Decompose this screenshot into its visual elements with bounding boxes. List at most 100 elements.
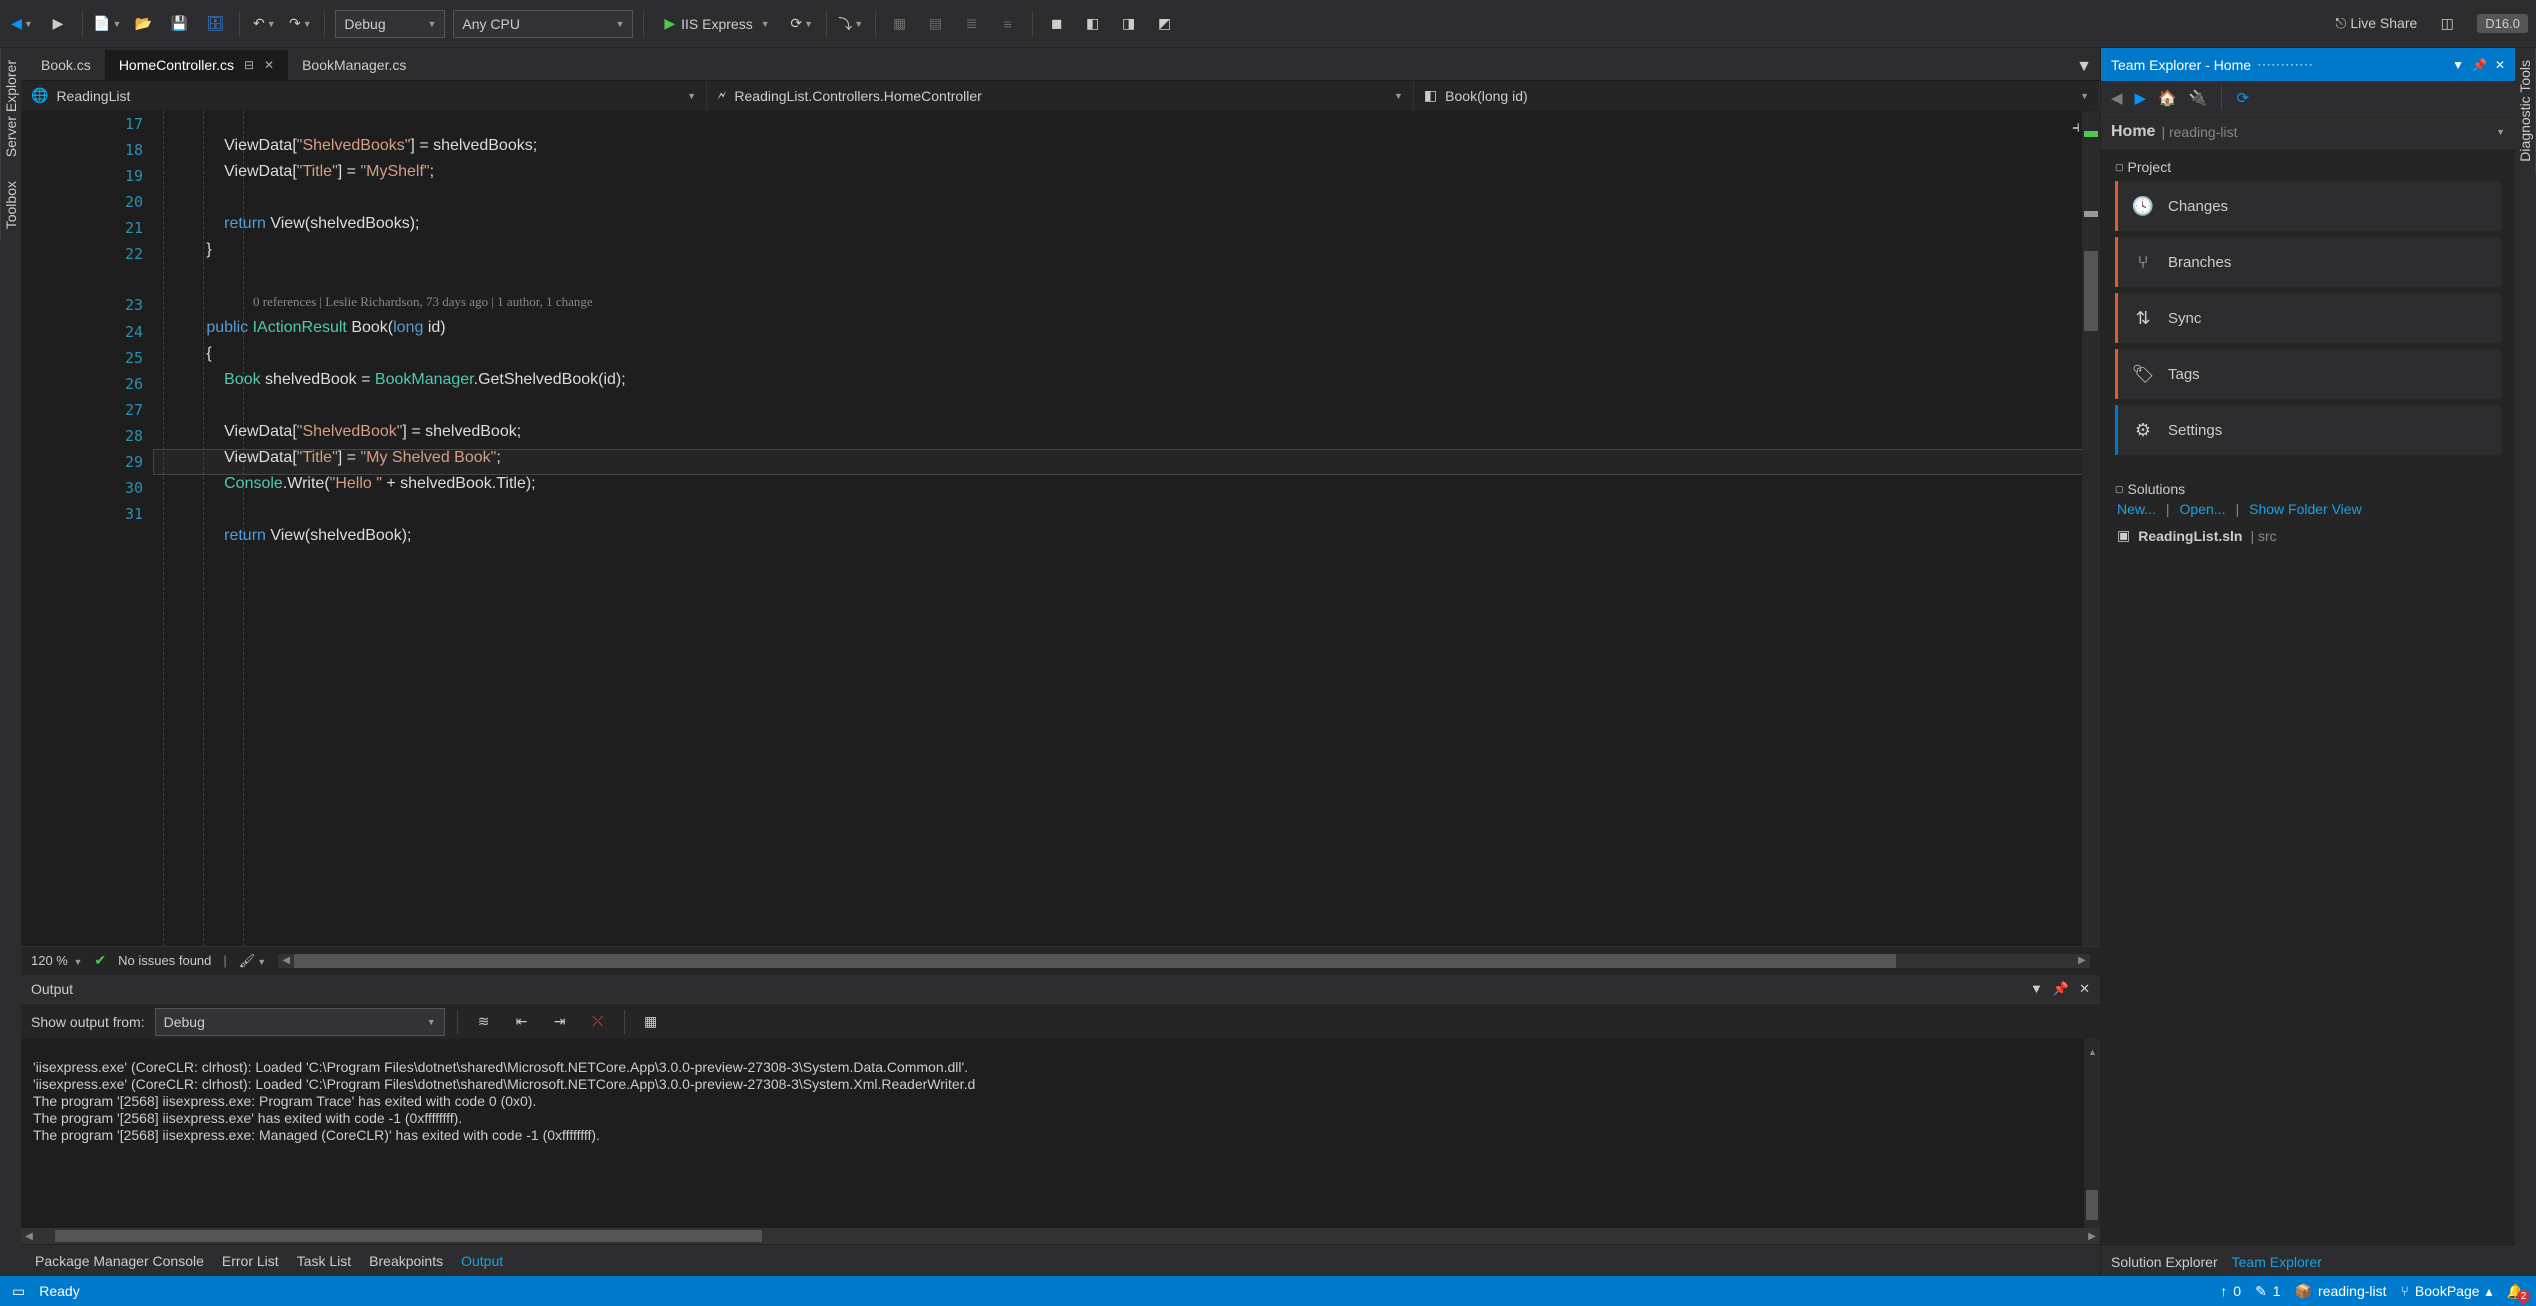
bottom-tabs: Package Manager Console Error List Task … (21, 1244, 2100, 1276)
step-into-button[interactable]: ⤵▼ (837, 10, 865, 38)
issues-label: No issues found (118, 953, 211, 968)
sync-icon: ⇅ (2132, 307, 2154, 329)
class-icon: 🗲 (717, 87, 726, 104)
toolbox-tab[interactable]: Toolbox (0, 169, 21, 241)
output-pin-button[interactable]: 📌 (2053, 981, 2069, 997)
nav-back-button[interactable]: ◀▼ (8, 10, 36, 38)
te-home-button[interactable]: 🏠 (2158, 89, 2177, 107)
csharp-project-icon: 🌐 (31, 87, 48, 104)
vertical-scrollbar[interactable] (2082, 111, 2100, 946)
prev-button[interactable]: ⇤ (508, 1008, 536, 1036)
feedback-button[interactable]: ◫ (2433, 10, 2461, 38)
refresh-button[interactable]: ⟳▼ (788, 10, 816, 38)
te-menu-button[interactable]: ▼ (2452, 58, 2464, 72)
file-tab-book[interactable]: Book.cs (27, 50, 105, 80)
te-open-link[interactable]: Open... (2180, 501, 2226, 517)
close-icon[interactable]: ✕ (264, 58, 274, 72)
right-sidebar: Diagnostic Tools (2515, 48, 2536, 1276)
output-panel: Output ▼ 📌 ✕ Show output from: Debug▼ ≋ … (21, 974, 2100, 1244)
output-show-button[interactable]: ▦ (637, 1008, 665, 1036)
cleanup-button[interactable]: 🖌▼ (239, 953, 266, 969)
horizontal-scrollbar[interactable]: ◀▶ (278, 954, 2090, 968)
save-button[interactable]: 💾 (165, 10, 193, 38)
redo-button[interactable]: ↷▼ (286, 10, 314, 38)
new-item-button[interactable]: 📄▼ (93, 10, 121, 38)
next-button[interactable]: ⇥ (546, 1008, 574, 1036)
open-file-button[interactable]: 📂 (129, 10, 157, 38)
team-explorer-tab[interactable]: Team Explorer (2232, 1254, 2322, 1270)
uncomment-btn: ≡ (994, 10, 1022, 38)
output-close-button[interactable]: ✕ (2079, 981, 2090, 997)
te-solution-item[interactable]: ▣ ReadingList.sln | src (2115, 521, 2501, 550)
te-pin-button[interactable]: 📌 (2472, 58, 2487, 72)
output-dropdown-menu[interactable]: ▼ (2030, 981, 2043, 997)
te-refresh-button[interactable]: ⟳ (2236, 89, 2249, 107)
te-branches-button[interactable]: ⑂Branches (2115, 237, 2501, 287)
te-tags-button[interactable]: 🏷Tags (2115, 349, 2501, 399)
live-share-button[interactable]: ⎋ Live Share (2327, 15, 2425, 32)
run-button[interactable]: ▶IIS Express▼ (654, 10, 779, 38)
server-explorer-tab[interactable]: Server Explorer (0, 48, 21, 169)
te-close-button[interactable]: ✕ (2495, 58, 2505, 72)
bookmark2-button[interactable]: ◧ (1079, 10, 1107, 38)
tabs-overflow-button[interactable]: ▼ (2068, 54, 2100, 80)
tab-task-list[interactable]: Task List (297, 1253, 351, 1269)
clear-output-button[interactable]: ≋ (470, 1008, 498, 1036)
te-title: Team Explorer - Home (2111, 57, 2251, 73)
bookmark1-button[interactable]: ◼ (1043, 10, 1071, 38)
method-icon: ◧ (1424, 87, 1437, 104)
nav-forward-button[interactable]: ▶ (44, 10, 72, 38)
bookmark3-button[interactable]: ◨ (1115, 10, 1143, 38)
save-all-button[interactable]: 🗄 (201, 10, 229, 38)
config-dropdown[interactable]: Debug▼ (335, 10, 445, 38)
te-solutions-label[interactable]: ▢Solutions (2115, 481, 2501, 497)
split-editor-button[interactable]: ⫞ (2072, 115, 2080, 141)
platform-dropdown[interactable]: Any CPU▼ (453, 10, 633, 38)
nav-bar: 🌐 ReadingList▼ 🗲 ReadingList.Controllers… (21, 81, 2100, 111)
output-source-dropdown[interactable]: Debug▼ (155, 1008, 445, 1036)
status-repo-button[interactable]: 📦 reading-list (2295, 1283, 2387, 1300)
tab-package-manager[interactable]: Package Manager Console (35, 1253, 204, 1269)
status-pull-button[interactable]: ✎ 1 (2255, 1283, 2281, 1300)
te-changes-button[interactable]: 🕓Changes (2115, 181, 2501, 231)
output-hscroll[interactable]: ◀ ▶ (21, 1228, 2100, 1244)
tab-breakpoints[interactable]: Breakpoints (369, 1253, 443, 1269)
team-explorer-panel: Team Explorer - Home ⋯⋯⋯⋯ ▼ 📌 ✕ ◀ ▶ 🏠 🔌 … (2100, 48, 2515, 1276)
pin-icon[interactable]: ⊟ (244, 58, 254, 72)
te-back-button[interactable]: ◀ (2111, 89, 2123, 107)
te-crumb-main: Home (2111, 123, 2155, 141)
status-window-icon[interactable]: ▭ (12, 1283, 25, 1300)
outdent-btn: ▤ (922, 10, 950, 38)
te-forward-button[interactable]: ▶ (2135, 89, 2147, 107)
tab-error-list[interactable]: Error List (222, 1253, 279, 1269)
tag-icon: 🏷 (2132, 363, 2154, 385)
te-sync-button[interactable]: ⇅Sync (2115, 293, 2501, 343)
te-project-label[interactable]: ▢Project (2115, 159, 2501, 175)
nav-member-dropdown[interactable]: ◧ Book(long id)▼ (1414, 81, 2100, 110)
code-editor[interactable]: 17 18 19 20 21 22 23 24 25 26 27 28 29 3… (21, 111, 2100, 946)
status-push-button[interactable]: ↑ 0 (2220, 1283, 2241, 1299)
tab-output[interactable]: Output (461, 1253, 503, 1269)
bookmark4-button[interactable]: ◩ (1151, 10, 1179, 38)
status-notifications-button[interactable]: 🔔2 (2507, 1283, 2524, 1300)
te-plug-button[interactable]: 🔌 (2189, 89, 2208, 107)
nav-class-dropdown[interactable]: 🗲 ReadingList.Controllers.HomeController… (707, 81, 1414, 110)
diagnostic-tools-tab[interactable]: Diagnostic Tools (2515, 48, 2536, 174)
output-content[interactable]: 'iisexpress.exe' (CoreCLR: clrhost): Loa… (21, 1039, 2100, 1228)
te-crumb-dropdown[interactable]: ▼ (2496, 127, 2505, 137)
te-new-link[interactable]: New... (2117, 501, 2156, 517)
solution-icon: ▣ (2117, 527, 2130, 544)
te-settings-button[interactable]: ⚙Settings (2115, 405, 2501, 455)
editor-footer: 120 % ▼ ✔ No issues found | 🖌▼ ◀▶ (21, 946, 2100, 974)
file-tab-home-controller[interactable]: HomeController.cs ⊟ ✕ (105, 50, 288, 80)
status-branch-button[interactable]: ⑂ BookPage ▴ (2401, 1283, 2493, 1300)
codelens-info[interactable]: 0 references | Leslie Richardson, 73 day… (153, 294, 593, 309)
solution-explorer-tab[interactable]: Solution Explorer (2111, 1254, 2218, 1270)
undo-button[interactable]: ↶▼ (250, 10, 278, 38)
code-area[interactable]: ViewData["ShelvedBooks"] = shelvedBooks;… (153, 111, 2100, 946)
nav-project-dropdown[interactable]: 🌐 ReadingList▼ (21, 81, 707, 110)
file-tab-book-manager[interactable]: BookManager.cs (288, 50, 420, 80)
zoom-dropdown[interactable]: 120 % ▼ (31, 953, 82, 968)
toggle-wrap-button[interactable]: ⤬ (584, 1008, 612, 1036)
te-showfolder-link[interactable]: Show Folder View (2249, 501, 2362, 517)
